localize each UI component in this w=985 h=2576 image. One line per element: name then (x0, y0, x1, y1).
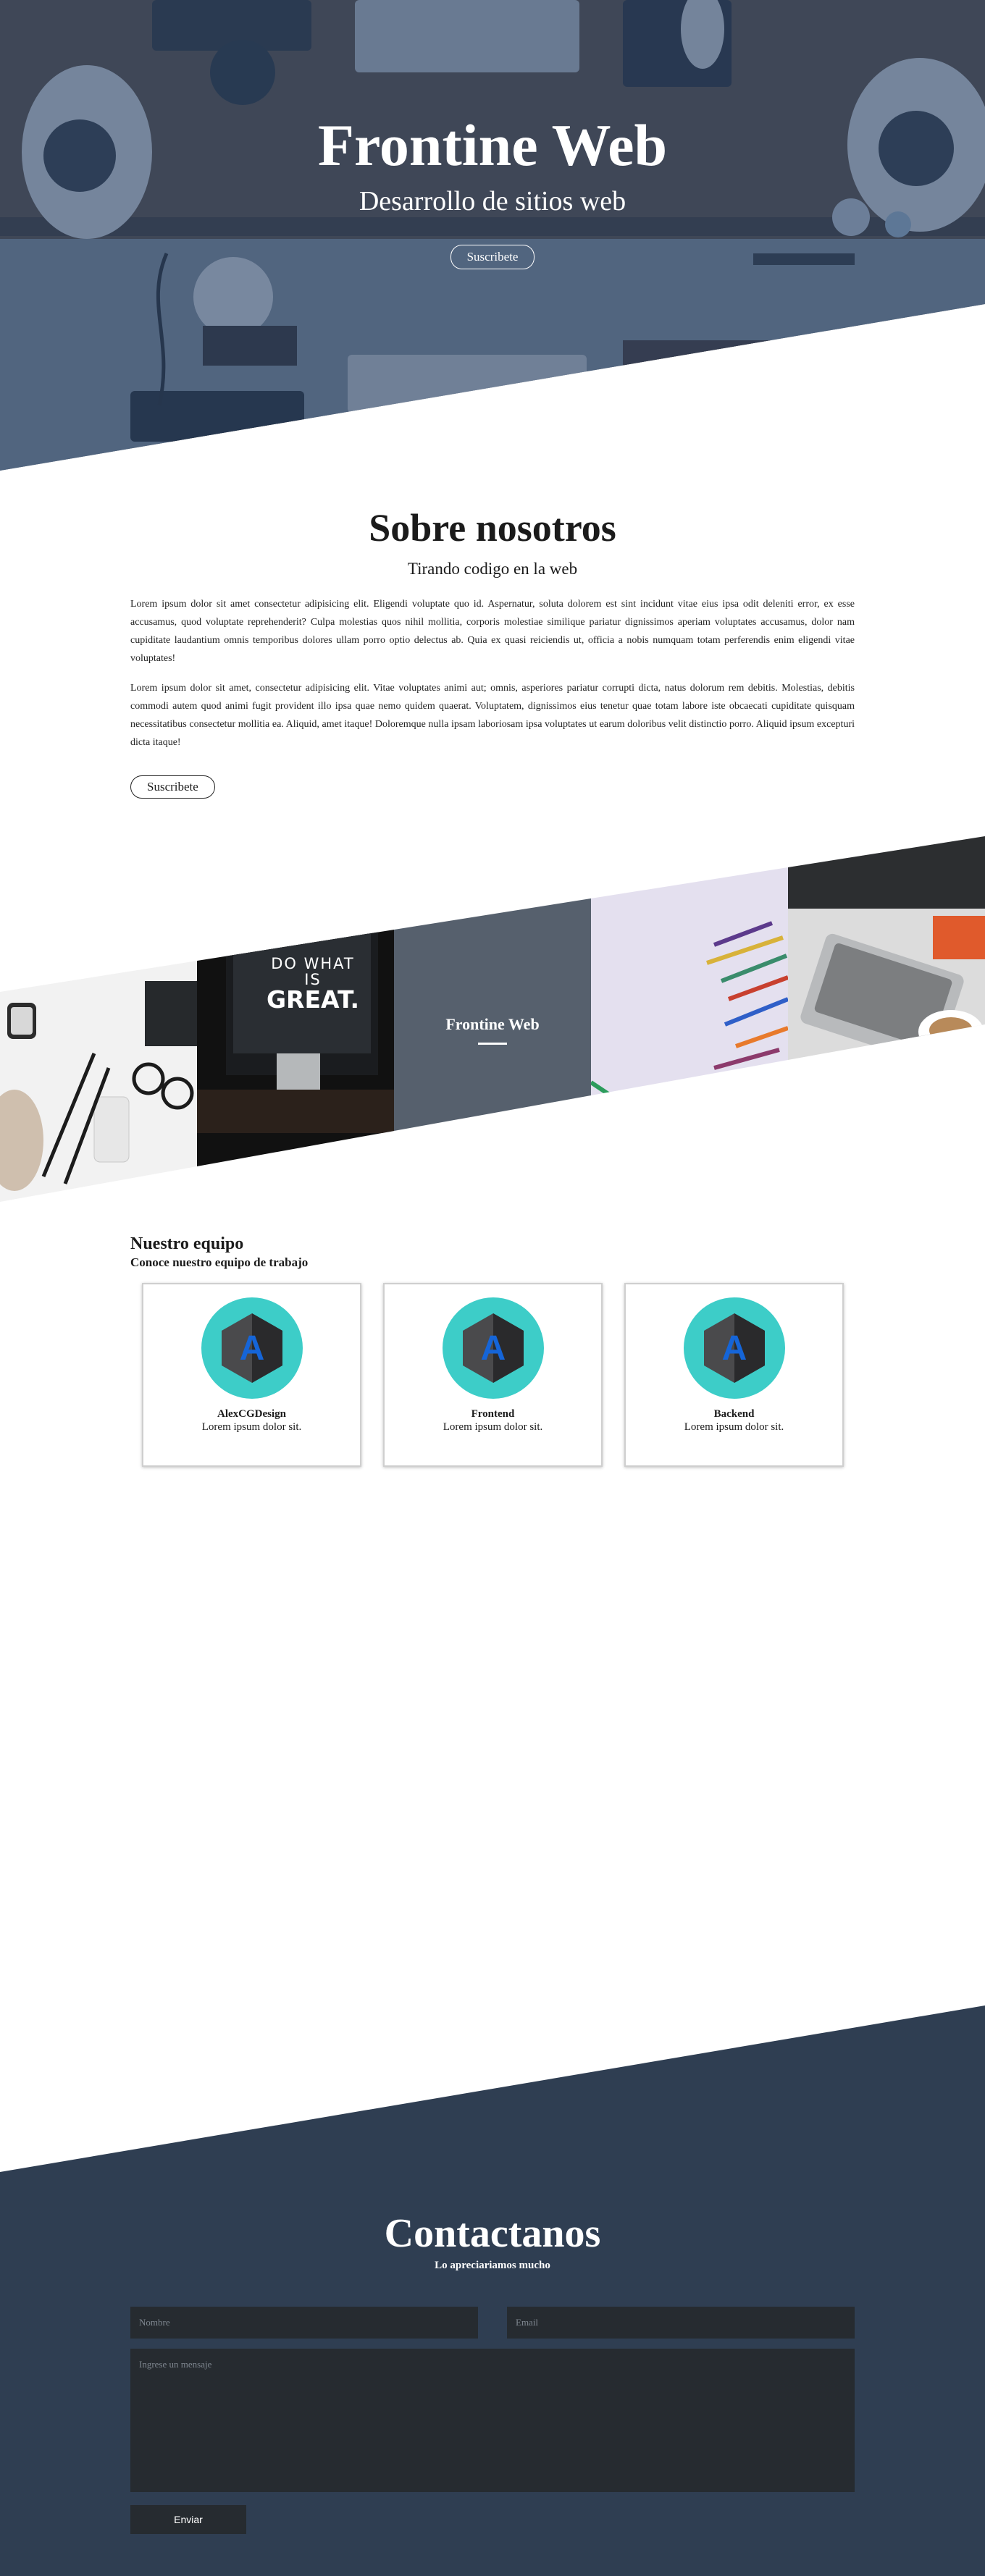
team-member-name: AlexCGDesign (217, 1408, 286, 1420)
hero-content: Frontine Web Desarrollo de sitios web Su… (0, 116, 985, 269)
team-title: Nuestro equipo (130, 1234, 244, 1253)
name-field[interactable] (130, 2306, 478, 2339)
message-field[interactable] (130, 2348, 855, 2492)
hero-subscribe-button[interactable]: Suscribete (450, 245, 535, 269)
gallery-image-monitor: DO WHAT IS GREAT. (197, 836, 394, 1202)
avatar-letter: A (721, 1329, 747, 1368)
avatar: A (442, 1297, 544, 1399)
team-section: Nuestro equipo Conoce nuestro equipo de … (130, 1234, 855, 1467)
avatar: A (201, 1297, 303, 1399)
team-member-description: Lorem ipsum dolor sit. (201, 1421, 302, 1433)
about-subscribe-button[interactable]: Suscribete (130, 775, 215, 799)
team-card: A Frontend Lorem ipsum dolor sit. (383, 1283, 603, 1467)
gallery-brand-underline (478, 1043, 507, 1045)
contact-section: Contactanos Lo apreciariamos mucho Envia… (130, 2211, 855, 2534)
about-paragraph-2: Lorem ipsum dolor sit amet, consectetur … (130, 683, 855, 748)
gallery-strip: DO WHAT IS GREAT. Frontine Web (0, 836, 985, 1202)
gallery-sign-text: DO WHAT IS GREAT. (266, 956, 360, 1013)
team-member-name: Frontend (471, 1408, 515, 1420)
team-member-description: Lorem ipsum dolor sit. (684, 1421, 784, 1433)
about-paragraph-1: Lorem ipsum dolor sit amet consectetur a… (130, 599, 855, 665)
sign-line-2: GREAT. (266, 985, 360, 1014)
sign-line-1: DO WHAT IS (271, 955, 355, 989)
about-subtitle: Tirando codigo en la web (407, 560, 578, 578)
team-member-description: Lorem ipsum dolor sit. (443, 1421, 543, 1433)
about-section: Sobre nosotros Tirando codigo en la web … (130, 506, 855, 799)
contact-subtitle: Lo apreciariamos mucho (435, 2259, 550, 2271)
gallery-brand-title: Frontine Web (445, 1015, 540, 1033)
send-button[interactable]: Enviar (130, 2504, 246, 2534)
contact-title: Contactanos (384, 2211, 601, 2256)
gallery-image-laptop (788, 836, 985, 1202)
gallery-brand-panel: Frontine Web (394, 836, 591, 1202)
team-card-list: A AlexCGDesign Lorem ipsum dolor sit. A … (142, 1283, 855, 1467)
avatar: A (683, 1297, 785, 1399)
team-member-name: Backend (713, 1408, 755, 1420)
about-title: Sobre nosotros (369, 506, 616, 550)
avatar-letter: A (239, 1329, 264, 1368)
contact-fields-row (130, 2306, 855, 2339)
hero-subtitle: Desarrollo de sitios web (359, 186, 626, 216)
avatar-letter: A (480, 1329, 506, 1368)
team-card: A Backend Lorem ipsum dolor sit. (624, 1283, 844, 1467)
team-subtitle: Conoce nuestro equipo de trabajo (130, 1255, 309, 1269)
gallery-image-desk-accessories (0, 836, 197, 1202)
gallery-image-pencils (591, 836, 788, 1202)
hero-title: Frontine Web (317, 112, 668, 178)
team-card: A AlexCGDesign Lorem ipsum dolor sit. (142, 1283, 361, 1467)
hero-section: Frontine Web Desarrollo de sitios web Su… (0, 0, 985, 471)
email-field[interactable] (507, 2306, 855, 2339)
